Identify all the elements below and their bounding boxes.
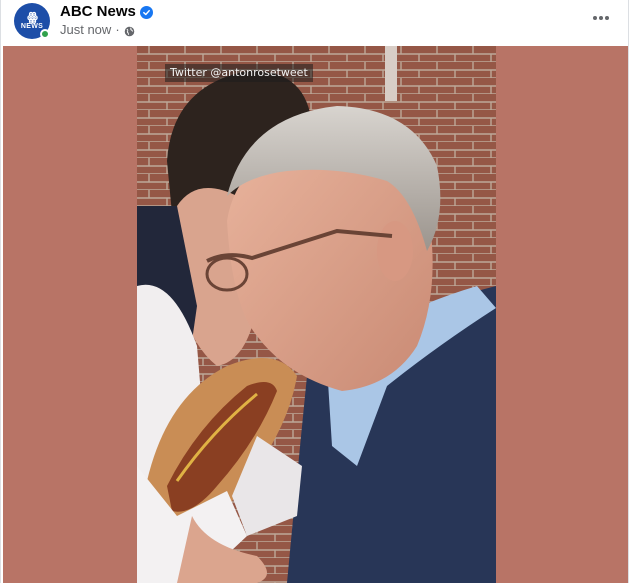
abc-logo-icon: ꙮ: [27, 10, 38, 24]
page-name-text: ABC News: [60, 3, 136, 20]
avatar-logo-text: NEWS: [20, 23, 44, 30]
verified-badge-icon: [139, 5, 153, 19]
dot-icon: [605, 16, 609, 20]
video-player[interactable]: Twitter @antonrosetweet: [137, 46, 496, 583]
video-frame: [137, 46, 496, 583]
meta-separator: ·: [115, 22, 120, 37]
dot-icon: [599, 16, 603, 20]
post-meta: Just now ·: [60, 22, 135, 38]
page-name-link[interactable]: ABC News: [60, 3, 153, 21]
globe-icon[interactable]: [124, 25, 135, 36]
post-header: ꙮ NEWS ABC News Just now ·: [1, 0, 629, 46]
video-watermark: Twitter @antonrosetweet: [165, 64, 313, 82]
post-media: Twitter @antonrosetweet: [3, 46, 628, 583]
post-timestamp[interactable]: Just now: [60, 22, 111, 38]
facebook-post: ꙮ NEWS ABC News Just now · Twitter @anto…: [0, 0, 629, 583]
online-status-icon: [40, 29, 50, 39]
dot-icon: [593, 16, 597, 20]
more-options-icon[interactable]: [587, 6, 615, 30]
